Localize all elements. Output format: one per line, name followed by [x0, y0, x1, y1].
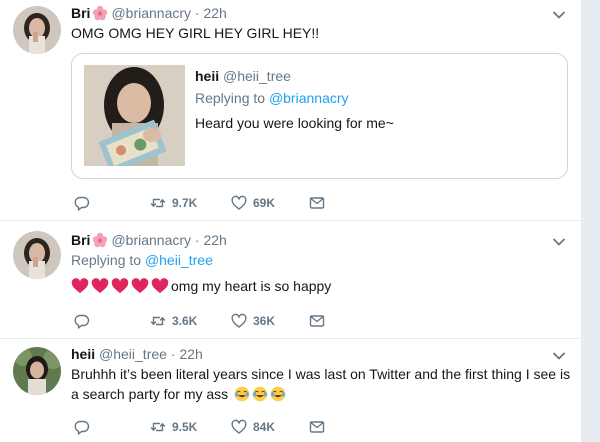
quoted-handle[interactable]: @heii_tree	[223, 68, 291, 84]
quoted-tweet-image	[84, 65, 185, 166]
reply-to-handle[interactable]: @briannacry	[269, 90, 349, 106]
like-count: 36K	[253, 314, 276, 328]
direct-message-button[interactable]	[309, 193, 331, 213]
like-count: 69K	[253, 196, 276, 210]
red-heart-emoji	[111, 278, 129, 293]
tweet[interactable]: heii @heii_tree · 22h Bruhhh it’s been l…	[0, 339, 581, 442]
flower-emoji	[92, 5, 108, 21]
caret-down-icon[interactable]	[552, 8, 566, 22]
reply-button[interactable]	[74, 311, 96, 331]
page-background-rail	[581, 0, 600, 442]
reply-prefix: Replying to	[195, 90, 266, 106]
tweet-text: OMG OMG HEY GIRL HEY GIRL HEY!!	[71, 25, 320, 41]
avatar[interactable]	[13, 231, 61, 279]
quoted-display-name[interactable]: heii	[195, 68, 219, 84]
tweet-header: heii @heii_tree · 22h	[71, 344, 203, 364]
reply-context: Replying to @heii_tree	[71, 252, 213, 268]
tweet-text-row: omg my heart is so happy	[71, 276, 331, 296]
direct-message-icon	[309, 315, 325, 327]
retweet-button[interactable]: 9.7K	[150, 193, 197, 213]
direct-message-icon	[309, 421, 325, 433]
handle[interactable]: @briannacry	[111, 232, 191, 248]
direct-message-button[interactable]	[309, 417, 331, 437]
retweet-icon	[150, 422, 166, 432]
quoted-tweet[interactable]: heii @heii_tree Replying to @briannacry …	[71, 53, 568, 179]
retweet-button[interactable]: 3.6K	[150, 311, 197, 331]
tears-of-joy-emoji	[270, 386, 286, 402]
like-button[interactable]: 84K	[231, 417, 275, 437]
like-icon	[231, 419, 247, 434]
page: Bri @briannacry · 22h OMG OMG HEY GIRL HE…	[0, 0, 600, 442]
reply-to-handle[interactable]: @heii_tree	[145, 252, 213, 268]
timestamp[interactable]: 22h	[203, 232, 226, 248]
tears-of-joy-emoji	[252, 386, 268, 402]
retweet-count: 9.7K	[172, 196, 198, 210]
reply-button[interactable]	[74, 193, 96, 213]
flower-emoji	[92, 232, 108, 248]
reply-icon	[74, 196, 90, 211]
retweet-button[interactable]: 9.5K	[150, 417, 197, 437]
avatar[interactable]	[13, 6, 61, 54]
reply-icon	[74, 314, 90, 329]
timestamp[interactable]: 22h	[179, 346, 202, 362]
tears-of-joy-emoji	[234, 386, 250, 402]
tweet-text-block: Bruhhh it’s been literal years since I w…	[71, 364, 576, 404]
red-heart-emoji	[131, 278, 149, 293]
tweet-actions: 9.5K 84K	[71, 417, 371, 437]
separator-dot: ·	[194, 5, 200, 21]
tweet-text: Bruhhh it’s been literal years since I w…	[71, 366, 571, 402]
quoted-tweet-header: heii @heii_tree	[195, 66, 291, 86]
like-icon	[231, 313, 247, 328]
direct-message-button[interactable]	[309, 311, 331, 331]
separator-dot: ·	[170, 346, 176, 362]
like-icon	[231, 195, 247, 210]
direct-message-icon	[309, 197, 325, 209]
like-count: 84K	[253, 420, 276, 434]
retweet-count: 9.5K	[172, 420, 198, 434]
tweet-actions: 9.7K 69K	[71, 193, 371, 213]
red-heart-emoji	[71, 278, 89, 293]
tweet-actions: 3.6K 36K	[71, 311, 371, 331]
retweet-icon	[150, 198, 166, 208]
tweet-header: Bri @briannacry · 22h	[71, 230, 227, 250]
tweet[interactable]: Bri @briannacry · 22h OMG OMG HEY GIRL HE…	[0, 0, 581, 221]
reply-icon	[74, 420, 90, 435]
avatar[interactable]	[13, 347, 61, 395]
red-heart-emojis	[71, 278, 169, 294]
quoted-reply-context: Replying to @briannacry	[195, 90, 349, 106]
display-name[interactable]: Bri	[71, 232, 90, 248]
tweet-header: Bri @briannacry · 22h	[71, 3, 227, 23]
red-heart-emoji	[151, 278, 169, 293]
tweet-text: omg my heart is so happy	[171, 278, 332, 294]
quoted-tweet-text: Heard you were looking for me~	[195, 115, 394, 131]
retweet-icon	[150, 316, 166, 326]
display-name[interactable]: heii	[71, 346, 95, 362]
timestamp[interactable]: 22h	[203, 5, 226, 21]
retweet-count: 3.6K	[172, 314, 198, 328]
reply-button[interactable]	[74, 417, 96, 437]
tweet[interactable]: Bri @briannacry · 22h Replying to @heii_t…	[0, 221, 581, 339]
display-name[interactable]: Bri	[71, 5, 90, 21]
like-button[interactable]: 36K	[231, 311, 275, 331]
tweet-feed: Bri @briannacry · 22h OMG OMG HEY GIRL HE…	[0, 0, 581, 442]
handle[interactable]: @briannacry	[111, 5, 191, 21]
handle[interactable]: @heii_tree	[99, 346, 167, 362]
caret-down-icon[interactable]	[552, 349, 566, 363]
reply-prefix: Replying to	[71, 252, 142, 268]
caret-down-icon[interactable]	[552, 235, 566, 249]
like-button[interactable]: 69K	[231, 193, 275, 213]
red-heart-emoji	[91, 278, 109, 293]
separator-dot: ·	[194, 232, 200, 248]
